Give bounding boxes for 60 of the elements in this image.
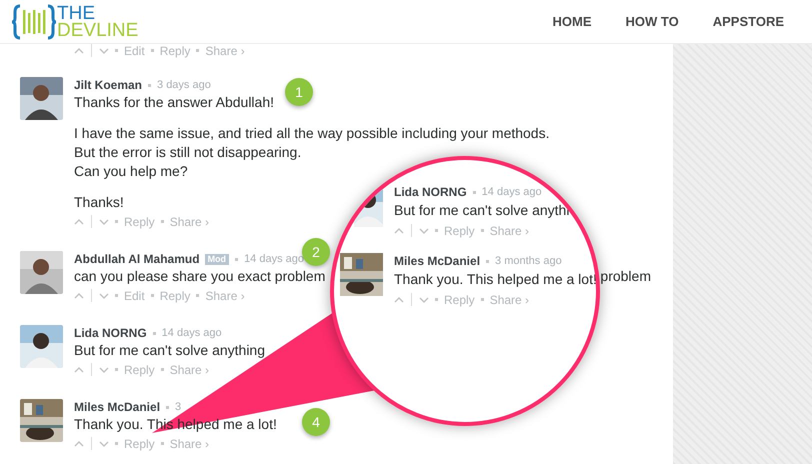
comment-action-link[interactable]: Share › — [170, 438, 210, 450]
downvote-icon[interactable] — [419, 228, 429, 234]
comment-action-link[interactable]: Reply — [160, 290, 190, 302]
downvote-icon[interactable] — [99, 218, 109, 224]
comment-time[interactable]: 14 days ago — [482, 186, 542, 198]
step-badge: 2 — [302, 238, 330, 266]
comment-action-link[interactable]: Reply — [160, 44, 190, 56]
downvote-icon[interactable] — [99, 440, 109, 446]
comment-action-link[interactable]: Share › — [205, 290, 245, 302]
step-badge: 4 — [302, 408, 330, 436]
nav-link[interactable]: HOME — [552, 12, 592, 32]
comment-text: problem — [600, 267, 651, 286]
comment-action-link[interactable]: Share › — [205, 44, 245, 56]
moderator-tag: Mod — [204, 254, 230, 264]
author-name[interactable]: Lida NORNG — [74, 327, 147, 339]
author-name[interactable]: Lida NORNG — [394, 186, 467, 198]
comment-action-link[interactable]: Reply — [124, 216, 155, 228]
comment-action-link[interactable]: Share › — [170, 364, 210, 376]
comment-time[interactable]: 14 days ago — [244, 254, 304, 264]
comment-text: But for me can't solve anything — [74, 341, 265, 360]
upvote-icon[interactable] — [394, 228, 404, 234]
nav-link[interactable]: HOW TO — [626, 12, 679, 32]
comment-time[interactable]: 3 days ago — [157, 80, 211, 90]
downvote-icon[interactable] — [419, 296, 429, 302]
downvote-icon[interactable] — [99, 292, 109, 298]
comment-time[interactable]: 14 days ago — [162, 328, 222, 338]
author-name[interactable]: Jilt Koeman — [74, 79, 142, 91]
comment-action-link[interactable]: Share › — [490, 224, 530, 236]
step-badge: 1 — [285, 78, 313, 106]
comment-action-link[interactable]: Reply — [444, 294, 475, 306]
comment-text: I have the same issue, and tried all the way possible including your methods. But the error is still not disappearing. Can you help me? — [74, 124, 550, 181]
author-name[interactable]: Abdullah Al Mahamud — [74, 253, 200, 265]
comment-action-link[interactable]: Share › — [490, 294, 530, 306]
author-name[interactable]: Miles McDaniel — [394, 255, 480, 267]
upvote-icon[interactable] — [394, 296, 404, 302]
author-name[interactable]: Miles McDaniel — [74, 401, 160, 413]
upvote-icon[interactable] — [74, 218, 84, 224]
site-logo[interactable]: THE DEVLINE — [12, 2, 138, 42]
nav-link[interactable]: APPSTORE — [712, 12, 784, 32]
comment-action-link[interactable]: Share › — [170, 216, 210, 228]
upvote-icon[interactable] — [74, 440, 84, 446]
comment-text: But for me can't solve anythi — [394, 201, 570, 220]
logo-icon — [12, 4, 56, 40]
upvote-icon[interactable] — [74, 366, 84, 372]
comment-action-link[interactable]: Edit — [124, 44, 145, 56]
comment-text: Thanks! — [74, 193, 124, 212]
upvote-icon[interactable] — [74, 292, 84, 298]
upvote-icon[interactable] — [74, 48, 84, 54]
comment-action-link[interactable]: Reply — [124, 438, 155, 450]
comment-action-link[interactable]: Reply — [124, 364, 155, 376]
comment-time[interactable]: 3 months ago — [495, 256, 562, 266]
downvote-icon[interactable] — [99, 366, 109, 372]
logo-text: THE — [57, 4, 95, 22]
downvote-icon[interactable] — [99, 48, 109, 54]
comment-text: can you please share you exact problem — [74, 267, 326, 286]
comment-action-link[interactable]: Edit — [124, 290, 145, 302]
logo-text: DEVLINE — [57, 22, 138, 38]
comment-action-link[interactable]: Reply — [444, 224, 475, 236]
comment-text: Thanks for the answer Abdullah! — [74, 93, 274, 112]
comment-time[interactable]: 3 — [175, 402, 182, 412]
